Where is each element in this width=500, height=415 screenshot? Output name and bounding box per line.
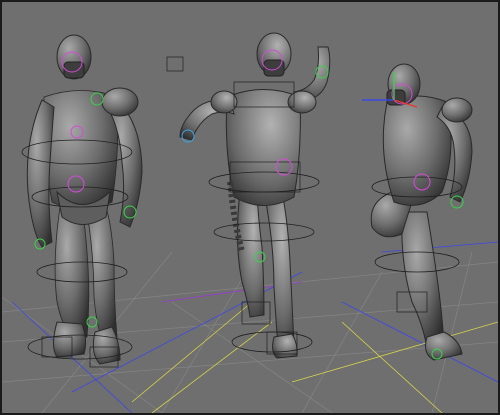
maya-viewport-frame [0, 0, 500, 415]
3d-viewport[interactable] [2, 2, 498, 413]
character-side-kick[interactable] [362, 63, 473, 361]
character-front-idle[interactable] [21, 34, 143, 368]
character-mid-waving[interactable] [166, 32, 331, 359]
